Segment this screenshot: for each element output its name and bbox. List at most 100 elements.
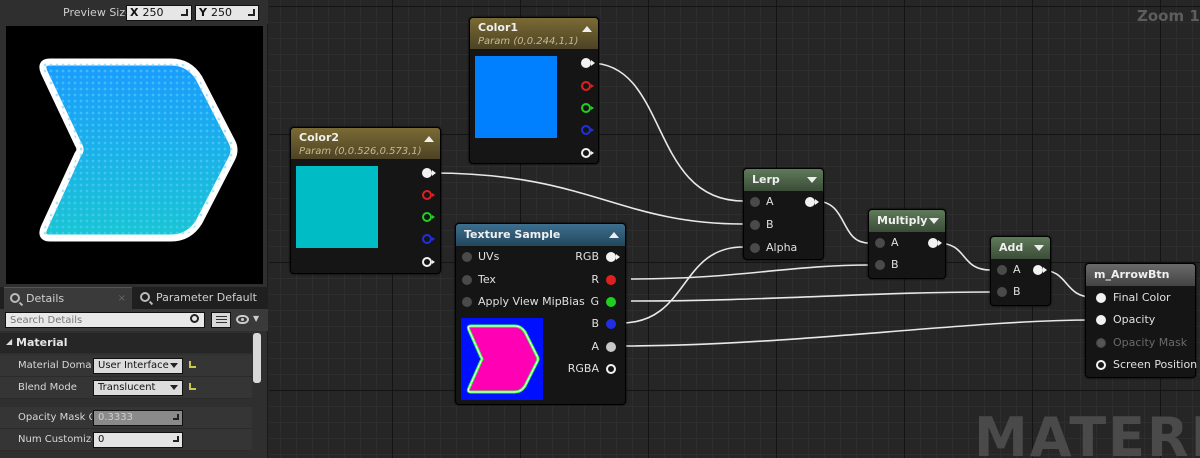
pin-b-in[interactable] bbox=[875, 260, 885, 270]
pin-rgb-out[interactable] bbox=[422, 168, 436, 178]
pin-g-out[interactable] bbox=[581, 103, 594, 113]
drag-handle-icon bbox=[173, 414, 179, 420]
chevron-down-icon bbox=[170, 385, 178, 390]
details-tab-bar: Details × Parameter Default bbox=[0, 287, 268, 309]
tab-details[interactable]: Details × bbox=[4, 287, 132, 309]
pin-screen-position-in[interactable] bbox=[1096, 360, 1106, 370]
node-add[interactable]: Add A B bbox=[990, 236, 1051, 306]
node-lerp[interactable]: Lerp A B Alpha bbox=[743, 168, 824, 260]
pin-result-out[interactable] bbox=[805, 197, 819, 207]
pin-b-out[interactable] bbox=[422, 234, 435, 244]
node-color2[interactable]: Color2 Param (0,0.526,0.573,1) bbox=[290, 127, 441, 274]
pin-alpha-in[interactable] bbox=[750, 243, 760, 253]
pin-a-out[interactable] bbox=[606, 342, 616, 352]
pin-result-out[interactable] bbox=[1033, 265, 1047, 275]
drag-handle-icon bbox=[173, 436, 179, 442]
pin-g-out[interactable] bbox=[606, 297, 616, 307]
search-details-input[interactable] bbox=[5, 312, 205, 328]
chevron-down-icon[interactable]: ▼ bbox=[253, 314, 259, 323]
prop-opacity-mask-clip: Opacity Mask Cl 0.3333 bbox=[0, 407, 252, 429]
pin-r-out[interactable] bbox=[581, 81, 594, 91]
material-preview[interactable] bbox=[6, 26, 263, 284]
eye-icon[interactable] bbox=[236, 315, 249, 324]
pin-label-b: B bbox=[766, 218, 774, 231]
drag-handle-icon[interactable] bbox=[181, 9, 188, 16]
preview-y-field[interactable]: Y 250 bbox=[195, 5, 259, 21]
pin-b-out[interactable] bbox=[606, 319, 616, 329]
pin-a-in[interactable] bbox=[750, 197, 760, 207]
prop-label: Num Customizec bbox=[18, 434, 92, 445]
pin-a-in[interactable] bbox=[997, 265, 1007, 275]
node-header[interactable]: Color1 Param (0,0.244,1,1) bbox=[470, 18, 598, 49]
dropdown-arrow-icon[interactable] bbox=[929, 218, 939, 224]
numbox-value: 0.3333 bbox=[98, 412, 133, 423]
preview-x-field[interactable]: X 250 bbox=[126, 5, 192, 21]
tab-parameter-default[interactable]: Parameter Default bbox=[134, 287, 268, 309]
pin-label-tex: Tex bbox=[478, 273, 496, 286]
pin-mipbias-in[interactable] bbox=[462, 297, 472, 307]
collapse-arrow-icon[interactable] bbox=[582, 26, 592, 32]
pin-b-out[interactable] bbox=[581, 125, 594, 135]
pin-rgb-out[interactable] bbox=[581, 58, 595, 68]
pin-a-out[interactable] bbox=[581, 148, 594, 158]
pin-uvs-in[interactable] bbox=[462, 252, 472, 262]
pin-r-out[interactable] bbox=[422, 190, 435, 200]
dropdown-arrow-icon[interactable] bbox=[1034, 245, 1044, 251]
pin-label-a: A bbox=[766, 195, 774, 208]
node-header[interactable]: Add bbox=[991, 237, 1050, 259]
material-domain-combo[interactable]: User Interface bbox=[93, 358, 183, 374]
node-multiply[interactable]: Multiply A B bbox=[868, 209, 946, 279]
node-header[interactable]: Color2 Param (0,0.526,0.573,1) bbox=[291, 128, 440, 159]
pin-opacity-in[interactable] bbox=[1096, 315, 1106, 325]
reset-to-default-icon[interactable] bbox=[189, 383, 196, 390]
collapse-arrow-icon[interactable] bbox=[424, 136, 434, 142]
details-scrollbar[interactable] bbox=[253, 333, 261, 383]
pin-label-a: A bbox=[591, 340, 599, 353]
pin-label-final-color: Final Color bbox=[1113, 291, 1171, 304]
preview-size-bar: Preview Size X 250 Y 250 bbox=[0, 0, 268, 24]
pin-r-out[interactable] bbox=[606, 275, 616, 285]
close-icon[interactable]: × bbox=[118, 288, 126, 310]
pin-a-out[interactable] bbox=[422, 257, 435, 267]
node-texture-sample[interactable]: Texture Sample UVs Tex Apply View MipBia… bbox=[455, 223, 626, 405]
pin-rgba-out[interactable] bbox=[606, 364, 616, 374]
dropdown-arrow-icon[interactable] bbox=[807, 177, 817, 183]
pin-label-b: B bbox=[591, 317, 599, 330]
prop-blend-mode: Blend Mode Translucent bbox=[0, 377, 252, 399]
pin-label-a: A bbox=[891, 236, 899, 249]
pin-b-in[interactable] bbox=[750, 220, 760, 230]
pin-g-out[interactable] bbox=[422, 212, 435, 222]
color1-swatch bbox=[475, 56, 557, 138]
node-color1[interactable]: Color1 Param (0,0.244,1,1) bbox=[469, 17, 599, 164]
node-title: m_ArrowBtn bbox=[1094, 268, 1170, 281]
preview-x-value: 250 bbox=[142, 6, 164, 19]
magnifier-icon bbox=[10, 293, 20, 303]
opacity-mask-clip-field[interactable]: 0.3333 bbox=[93, 410, 183, 426]
node-header[interactable]: Multiply bbox=[869, 210, 945, 232]
node-header[interactable]: Lerp bbox=[744, 169, 823, 191]
search-icon[interactable] bbox=[190, 314, 199, 323]
pin-label-b: B bbox=[1013, 285, 1021, 298]
pin-label-screen-position: Screen Position bbox=[1113, 358, 1198, 371]
material-category-header[interactable]: ◢ Material bbox=[0, 333, 252, 353]
preview-y-axis: Y bbox=[199, 6, 207, 19]
view-options-button[interactable] bbox=[211, 312, 231, 328]
reset-to-default-icon[interactable] bbox=[189, 361, 196, 368]
pin-opacity-mask-in[interactable] bbox=[1096, 338, 1106, 348]
pin-b-in[interactable] bbox=[997, 287, 1007, 297]
pin-rgb-out[interactable] bbox=[606, 252, 620, 262]
node-material-output[interactable]: m_ArrowBtn Final Color Opacity Opacity M… bbox=[1085, 263, 1198, 378]
drag-handle-icon[interactable] bbox=[248, 9, 255, 16]
pin-a-in[interactable] bbox=[875, 238, 885, 248]
collapse-arrow-icon[interactable] bbox=[609, 232, 619, 238]
material-graph-canvas[interactable]: Zoom 1:1 MATERIAL Color1 Param (0,0.244,… bbox=[269, 0, 1200, 458]
pin-final-color-in[interactable] bbox=[1096, 293, 1106, 303]
pin-result-out[interactable] bbox=[928, 238, 942, 248]
pin-tex-in[interactable] bbox=[462, 275, 472, 285]
collapse-triangle-icon[interactable]: ◢ bbox=[6, 337, 12, 346]
blend-mode-combo[interactable]: Translucent bbox=[93, 380, 183, 396]
numbox-value: 0 bbox=[98, 434, 105, 445]
num-customized-uvs-field[interactable]: 0 bbox=[93, 432, 183, 448]
node-header[interactable]: Texture Sample bbox=[456, 224, 625, 246]
node-header[interactable]: m_ArrowBtn bbox=[1086, 264, 1195, 286]
